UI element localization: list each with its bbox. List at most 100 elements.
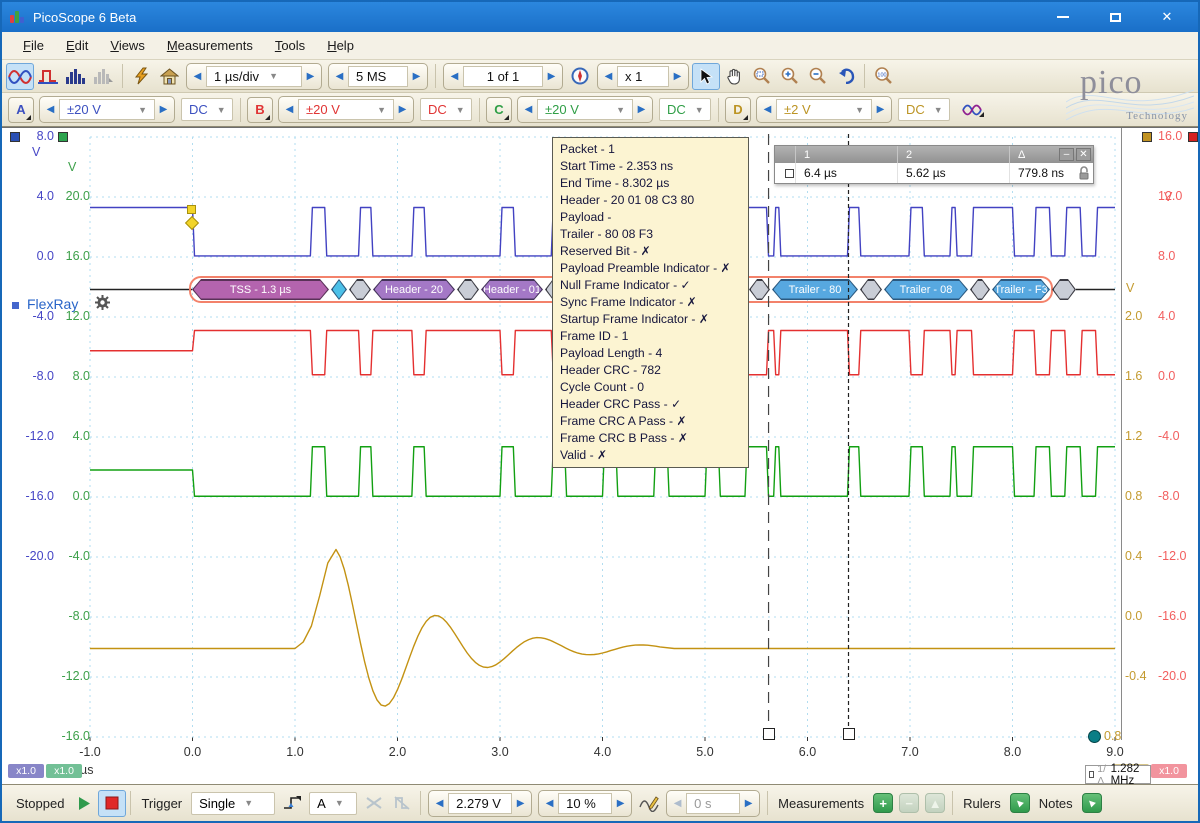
frequency-readout[interactable]: 1/Δ 1.282 MHz xyxy=(1085,765,1151,784)
buffer-prev-arrow[interactable]: ◀ xyxy=(446,66,463,87)
minimize-button[interactable] xyxy=(1050,8,1076,26)
decode-segment-bss[interactable] xyxy=(457,279,479,300)
channel-d-marker[interactable] xyxy=(1142,132,1152,142)
channel-C-range-select[interactable]: ±20 V▼ xyxy=(537,99,633,120)
level-down-arrow[interactable]: ◀ xyxy=(431,793,448,814)
decoder-name-label[interactable]: FlexRay xyxy=(27,296,78,312)
menu-help[interactable]: Help xyxy=(316,34,365,57)
channel-c-marker[interactable] xyxy=(58,132,68,142)
rulers-button[interactable]: ▲ xyxy=(1010,793,1030,813)
range-up-arrow[interactable]: ▶ xyxy=(394,99,411,120)
menu-measurements[interactable]: Measurements xyxy=(156,34,264,57)
channel-C-button[interactable]: C xyxy=(486,97,512,123)
range-down-arrow[interactable]: ◀ xyxy=(520,99,537,120)
buffer-next-arrow[interactable]: ▶ xyxy=(543,66,560,87)
menu-edit[interactable]: Edit xyxy=(55,34,99,57)
notes-button[interactable]: ▲ xyxy=(1082,793,1102,813)
trigger-level-field[interactable]: 2.279 V xyxy=(448,793,512,814)
spectrum-view-button[interactable] xyxy=(62,63,90,90)
scale-badge-a[interactable]: x1.0 xyxy=(8,764,44,778)
legend-close-button[interactable]: ✕ xyxy=(1076,148,1091,161)
buffer-field[interactable]: 1 of 1 xyxy=(463,66,543,87)
decode-segment-trailer-08[interactable]: Trailer - 08 xyxy=(884,279,968,300)
close-button[interactable]: ✕ xyxy=(1154,8,1180,26)
marquee-zoom-tool[interactable] xyxy=(748,63,776,90)
trigger-source-select[interactable]: A▼ xyxy=(309,792,357,815)
persistence-view-button[interactable] xyxy=(34,63,62,90)
lock-icon[interactable] xyxy=(1078,166,1090,181)
decode-segment-bss[interactable] xyxy=(860,279,882,300)
channel-D-button[interactable]: D xyxy=(725,97,751,123)
trigger-edge-button[interactable] xyxy=(278,790,306,817)
pre-trigger-field[interactable]: 10 % xyxy=(558,793,612,814)
scale-badge-c[interactable]: x1.0 xyxy=(46,764,82,778)
buffer-navigator-button[interactable] xyxy=(566,63,594,90)
home-button[interactable] xyxy=(155,63,183,90)
decode-segment-trailer-f3[interactable]: Trailer - F3 xyxy=(992,279,1050,300)
samples-field[interactable]: 5 MS xyxy=(348,66,408,87)
range-down-arrow[interactable]: ◀ xyxy=(42,99,59,120)
zoom-out-arrow[interactable]: ◀ xyxy=(600,66,617,87)
channel-b-marker[interactable] xyxy=(1188,132,1198,142)
stop-button[interactable] xyxy=(98,790,126,817)
zoom-in-arrow[interactable]: ▶ xyxy=(669,66,686,87)
channel-B-coupling-select[interactable]: DC▼ xyxy=(420,98,472,121)
range-up-arrow[interactable]: ▶ xyxy=(633,99,650,120)
decode-segment-bss[interactable] xyxy=(349,279,371,300)
channel-B-button[interactable]: B xyxy=(247,97,273,123)
menu-views[interactable]: Views xyxy=(99,34,155,57)
hand-tool[interactable] xyxy=(720,63,748,90)
ruler-legend[interactable]: 1 2 Δ – ✕ 6.4 µs 5.62 µs 779.8 ns xyxy=(774,145,1094,184)
ruler-handle-icon[interactable] xyxy=(785,169,794,178)
scope-view-button[interactable] xyxy=(6,63,34,90)
menu-tools[interactable]: Tools xyxy=(264,34,316,57)
timebase-select[interactable]: 1 µs/div▼ xyxy=(206,66,302,87)
scale-badge-b[interactable]: x1.0 xyxy=(1151,764,1187,778)
range-down-arrow[interactable]: ◀ xyxy=(281,99,298,120)
decode-segment-fss[interactable] xyxy=(331,279,347,300)
timebase-prev-arrow[interactable]: ◀ xyxy=(189,66,206,87)
timebase-next-arrow[interactable]: ▶ xyxy=(302,66,319,87)
decode-segment-tss-1-3-s[interactable]: TSS - 1.3 µs xyxy=(192,279,329,300)
undo-zoom-button[interactable] xyxy=(832,63,860,90)
trigger-mode-select[interactable]: Single▼ xyxy=(191,792,275,815)
samples-down-arrow[interactable]: ◀ xyxy=(331,66,348,87)
trigger-marker-button[interactable] xyxy=(635,790,663,817)
range-up-arrow[interactable]: ▶ xyxy=(155,99,172,120)
scope-display[interactable]: TSS - 1.3 µsHeader - 20Header - 01Header… xyxy=(2,127,1198,784)
gear-icon[interactable] xyxy=(94,294,111,316)
decode-segment-bss[interactable] xyxy=(749,279,770,300)
decode-segment-bss[interactable] xyxy=(970,279,990,300)
menu-file[interactable]: File xyxy=(12,34,55,57)
samples-up-arrow[interactable]: ▶ xyxy=(408,66,425,87)
zoom-100-button[interactable]: 100 xyxy=(869,63,897,90)
channel-D-range-select[interactable]: ±2 V▼ xyxy=(776,99,872,120)
channel-A-button[interactable]: A xyxy=(8,97,34,123)
start-button[interactable] xyxy=(70,790,98,817)
zoom-factor-field[interactable]: x 1 xyxy=(617,66,669,87)
math-channels-button[interactable] xyxy=(959,96,987,123)
zoom-in-tool[interactable] xyxy=(776,63,804,90)
decode-segment-trailer-80[interactable]: Trailer - 80 xyxy=(772,279,858,300)
channel-A-coupling-select[interactable]: DC▼ xyxy=(181,98,233,121)
decode-segment-header-20[interactable]: Header - 20 xyxy=(373,279,455,300)
range-up-arrow[interactable]: ▶ xyxy=(872,99,889,120)
pretrigger-up-arrow[interactable]: ▶ xyxy=(612,793,629,814)
ruler1-handle[interactable] xyxy=(843,728,855,740)
range-down-arrow[interactable]: ◀ xyxy=(759,99,776,120)
decode-segment-header-01[interactable]: Header - 01 xyxy=(481,279,543,300)
zoom-out-tool[interactable] xyxy=(804,63,832,90)
channel-C-coupling-select[interactable]: DC▼ xyxy=(659,98,711,121)
pretrigger-down-arrow[interactable]: ◀ xyxy=(541,793,558,814)
channel-A-range-select[interactable]: ±20 V▼ xyxy=(59,99,155,120)
channel-a-marker[interactable] xyxy=(10,132,20,142)
trigger-flag-icon[interactable] xyxy=(187,205,196,214)
channel-d-level-marker[interactable] xyxy=(1088,730,1101,743)
normal-selection-tool[interactable] xyxy=(692,63,720,90)
maximize-button[interactable] xyxy=(1102,8,1128,26)
posttrigger-up-arrow[interactable]: ▶ xyxy=(740,793,757,814)
level-up-arrow[interactable]: ▶ xyxy=(512,793,529,814)
auto-setup-button[interactable] xyxy=(127,63,155,90)
legend-minimize-button[interactable]: – xyxy=(1059,148,1074,161)
channel-B-range-select[interactable]: ±20 V▼ xyxy=(298,99,394,120)
